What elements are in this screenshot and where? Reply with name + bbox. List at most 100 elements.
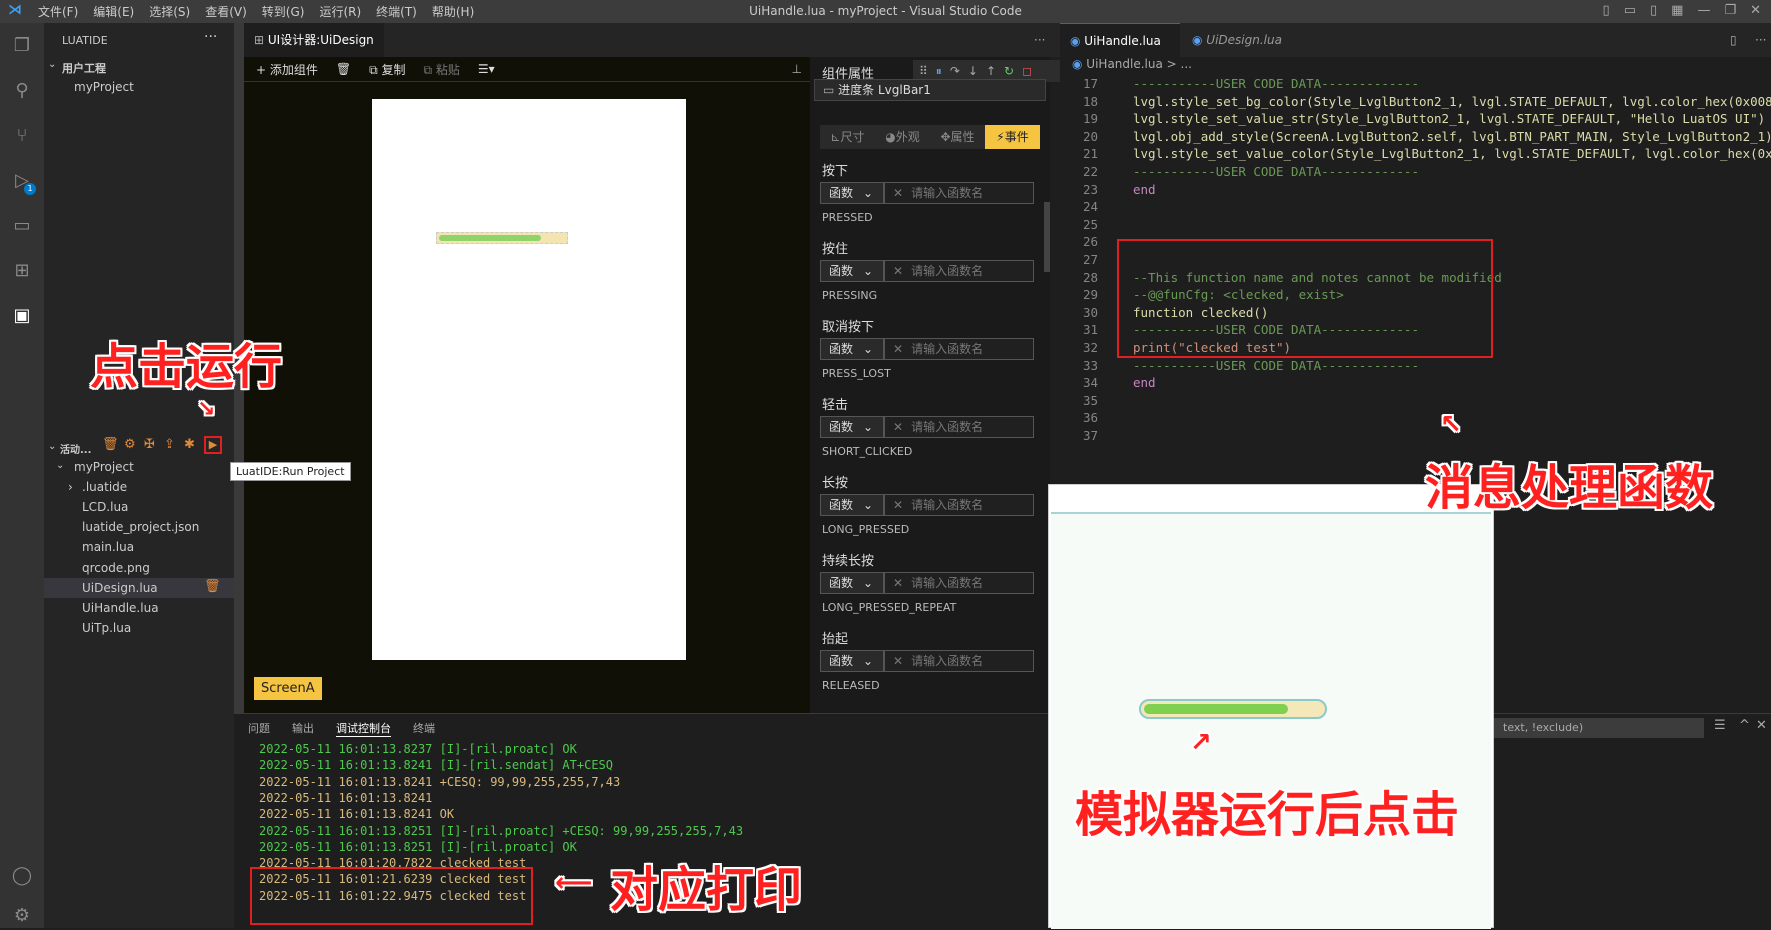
close-window-icon[interactable]: ✕	[1750, 3, 1761, 18]
hierarchy-icon[interactable]: ⊥	[792, 62, 802, 76]
add-component-button[interactable]: + 添加组件	[256, 61, 318, 78]
minimize-icon[interactable]: —	[1697, 3, 1710, 18]
export-icon[interactable]: ⇪	[164, 437, 175, 452]
clear-console-icon[interactable]: ☰	[1714, 718, 1726, 733]
luatide-chip-icon[interactable]: ▣	[9, 303, 35, 329]
file-item[interactable]: LCD.lua	[82, 500, 128, 514]
code-line[interactable]: 21 lvgl.style_set_value_color(Style_LvglB…	[1060, 145, 1771, 162]
search-icon[interactable]: ⚲	[9, 78, 35, 104]
clear-icon[interactable]: ✕	[893, 576, 903, 590]
settings-icon[interactable]: ⚙	[124, 437, 136, 452]
code-line[interactable]: 18 lvgl.style_set_bg_color(Style_LvglButt…	[1060, 93, 1771, 110]
designer-progress-bar[interactable]	[436, 232, 568, 244]
tab-appearance[interactable]: ◕外观	[875, 125, 930, 149]
file-item[interactable]: UiDesign.lua	[82, 581, 158, 595]
tab-properties[interactable]: ✥属性	[930, 125, 985, 149]
tab-debug-console[interactable]: 调试控制台	[336, 720, 391, 737]
step-into-icon[interactable]: ↓	[968, 64, 978, 78]
copy-button[interactable]: ⧉ 复制	[369, 61, 405, 78]
code-line[interactable]: 35	[1060, 392, 1771, 409]
tab-output[interactable]: 输出	[292, 720, 314, 737]
remote-explorer-icon[interactable]: ▭	[9, 213, 35, 239]
file-item[interactable]: .luatide	[82, 480, 127, 494]
event-type-select[interactable]: 函数 ⌄	[820, 650, 884, 672]
filter-input[interactable]: text, !exclude)	[1489, 718, 1704, 738]
tab-problems[interactable]: 问题	[248, 720, 270, 737]
tab-events[interactable]: ⚡事件	[985, 125, 1040, 149]
delete-component-icon[interactable]: 🗑	[336, 62, 351, 76]
account-icon[interactable]: ◯	[9, 863, 35, 889]
split-editor-icon[interactable]: ▯	[1720, 23, 1737, 57]
event-function-input[interactable]: ✕ 请输入函数名	[884, 338, 1034, 360]
menu-selection[interactable]: 选择(S)	[149, 3, 190, 20]
chevron-down-icon[interactable]: ⌄	[48, 59, 56, 70]
layout-sidebar-icon[interactable]: ▯	[1603, 3, 1610, 18]
code-line[interactable]: 19 lvgl.style_set_value_str(Style_LvglBut…	[1060, 110, 1771, 127]
tab-uidesign[interactable]: ◉ UiDesign.lua	[1182, 23, 1302, 57]
project-item[interactable]: myProject	[74, 80, 134, 94]
step-over-icon[interactable]: ↷	[950, 64, 960, 78]
menu-file[interactable]: 文件(F)	[38, 3, 78, 20]
designer-more-icon[interactable]: ···	[1024, 23, 1045, 57]
event-type-select[interactable]: 函数 ⌄	[820, 338, 884, 360]
code-line[interactable]: 22 -----------USER CODE DATA-------------	[1060, 163, 1771, 180]
menu-edit[interactable]: 编辑(E)	[93, 3, 134, 20]
file-item[interactable]: luatide_project.json	[82, 520, 199, 534]
run-project-icon[interactable]: ▶	[204, 436, 222, 454]
code-line[interactable]: 23 end	[1060, 181, 1771, 198]
restore-icon[interactable]: ❐	[1724, 3, 1736, 18]
event-function-input[interactable]: ✕ 请输入函数名	[884, 494, 1034, 516]
close-panel-icon[interactable]: ✕	[1756, 718, 1767, 733]
stop-icon[interactable]: ◻	[1022, 64, 1032, 78]
code-line[interactable]: 24	[1060, 198, 1771, 215]
explorer-icon[interactable]: ❐	[9, 33, 35, 59]
align-menu-icon[interactable]: ☰▾	[478, 62, 495, 76]
delete-file-icon[interactable]: 🗑	[204, 579, 221, 594]
tree-root[interactable]: myProject	[74, 460, 134, 474]
chevron-down-icon[interactable]: ⌄	[56, 460, 64, 471]
tab-terminal[interactable]: 终端	[413, 720, 435, 737]
screen-canvas[interactable]	[372, 99, 686, 660]
clear-icon[interactable]: ✕	[893, 186, 903, 200]
customize-layout-icon[interactable]: ▦	[1671, 3, 1683, 18]
paste-button[interactable]: ⧉ 粘贴	[424, 61, 460, 78]
clear-icon[interactable]: ✕	[893, 654, 903, 668]
menu-go[interactable]: 转到(G)	[262, 3, 305, 20]
clear-icon[interactable]: ✕	[893, 420, 903, 434]
screen-tag[interactable]: ScreenA	[254, 677, 322, 700]
code-line[interactable]: 20 lvgl.obj_add_style(ScreenA.LvglButton2…	[1060, 128, 1771, 145]
editor-more-icon[interactable]: ···	[1745, 23, 1766, 57]
code-line[interactable]: 34 end	[1060, 374, 1771, 391]
event-type-select[interactable]: 函数 ⌄	[820, 182, 884, 204]
file-item[interactable]: UiHandle.lua	[82, 601, 159, 615]
tab-uihandle[interactable]: ◉ UiHandle.lua ✕	[1060, 23, 1180, 82]
code-editor[interactable]: ◉ UiHandle.lua > ... 17 -----------USER C…	[1060, 57, 1771, 477]
source-control-icon[interactable]: ⑂	[9, 123, 35, 149]
code-line[interactable]: 17 -----------USER CODE DATA-------------	[1060, 75, 1771, 92]
clear-icon[interactable]: ✕	[893, 342, 903, 356]
restart-icon[interactable]: ↻	[1004, 64, 1014, 78]
pause-icon[interactable]: ⏸	[936, 64, 942, 79]
drag-handle-icon[interactable]: ⠿	[919, 64, 928, 78]
event-function-input[interactable]: ✕ 请输入函数名	[884, 260, 1034, 282]
code-line[interactable]: 36	[1060, 409, 1771, 426]
chevron-down-icon[interactable]: ⌄	[48, 441, 56, 452]
clear-icon[interactable]: ✕	[893, 498, 903, 512]
layout-panel-icon[interactable]: ▭	[1624, 3, 1636, 18]
simulator-progress-bar[interactable]	[1139, 699, 1327, 719]
code-line[interactable]: 37	[1060, 427, 1771, 444]
component-selector[interactable]: ▭ 进度条 LvglBar1	[814, 79, 1046, 101]
menu-terminal[interactable]: 终端(T)	[376, 3, 417, 20]
tools-icon[interactable]: ✠	[144, 437, 155, 452]
event-type-select[interactable]: 函数 ⌄	[820, 416, 884, 438]
file-item[interactable]: qrcode.png	[82, 561, 150, 575]
maximize-panel-icon[interactable]: ^	[1739, 718, 1750, 733]
event-type-select[interactable]: 函数 ⌄	[820, 260, 884, 282]
clear-icon[interactable]: ✕	[893, 264, 903, 278]
menu-help[interactable]: 帮助(H)	[432, 3, 474, 20]
event-function-input[interactable]: ✕ 请输入函数名	[884, 650, 1034, 672]
extensions-icon[interactable]: ⊞	[9, 258, 35, 284]
layout-secondary-icon[interactable]: ▯	[1650, 3, 1657, 18]
code-line[interactable]: 33 -----------USER CODE DATA-------------	[1060, 357, 1771, 374]
section-user-project[interactable]: 用户工程	[62, 60, 106, 76]
